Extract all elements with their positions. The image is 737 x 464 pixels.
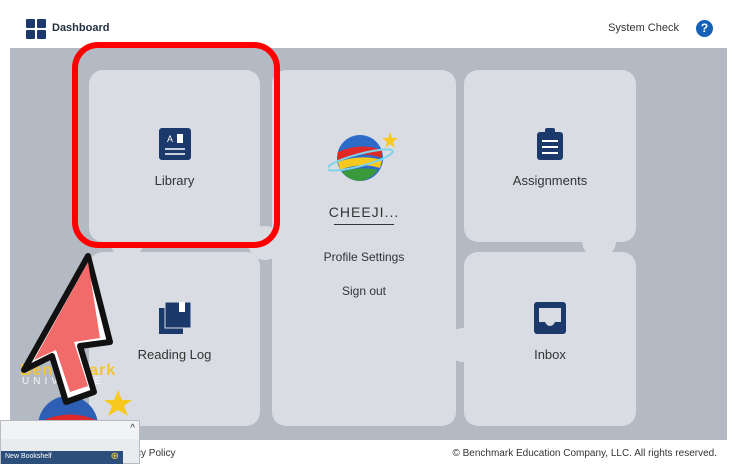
add-icon[interactable]: ⊕ bbox=[111, 451, 119, 462]
reading-log-icon bbox=[158, 302, 191, 334]
dashboard-stage: A Library CHEEJI... Profile Settings Sig… bbox=[10, 42, 727, 440]
help-icon[interactable]: ? bbox=[696, 20, 713, 37]
inbox-tile[interactable]: Inbox bbox=[464, 252, 636, 426]
profile-settings-link[interactable]: Profile Settings bbox=[272, 250, 456, 264]
planet-avatar-icon bbox=[328, 132, 398, 181]
dashboard-link[interactable]: Dashboard bbox=[52, 22, 109, 34]
panel-header: ^ bbox=[1, 421, 139, 439]
copyright-text: © Benchmark Education Company, LLC. All … bbox=[452, 448, 717, 459]
username-underline bbox=[334, 224, 394, 225]
assignments-tile[interactable]: Assignments bbox=[464, 70, 636, 242]
inbox-icon bbox=[534, 302, 566, 334]
new-bookshelf-label: New Bookshelf bbox=[5, 453, 52, 460]
profile-tile: CHEEJI... Profile Settings Sign out bbox=[272, 70, 456, 426]
username[interactable]: CHEEJI... bbox=[272, 204, 456, 220]
system-check-link[interactable]: System Check bbox=[608, 22, 679, 34]
privacy-policy-link[interactable]: cy Policy bbox=[136, 448, 175, 459]
side-panel: ^ New Bookshelf ⊕ bbox=[0, 420, 140, 464]
sign-out-link[interactable]: Sign out bbox=[272, 284, 456, 298]
inbox-label: Inbox bbox=[534, 347, 566, 362]
reading-log-label: Reading Log bbox=[137, 347, 212, 362]
assignments-label: Assignments bbox=[512, 173, 588, 188]
collapse-caret-icon[interactable]: ^ bbox=[130, 423, 135, 434]
dashboard-logo-icon[interactable] bbox=[26, 19, 46, 39]
brand-subtext: UNIVERSE bbox=[22, 376, 106, 387]
clipboard-icon bbox=[537, 128, 563, 160]
new-bookshelf-item[interactable]: New Bookshelf ⊕ bbox=[1, 451, 123, 464]
library-highlight bbox=[72, 42, 280, 248]
